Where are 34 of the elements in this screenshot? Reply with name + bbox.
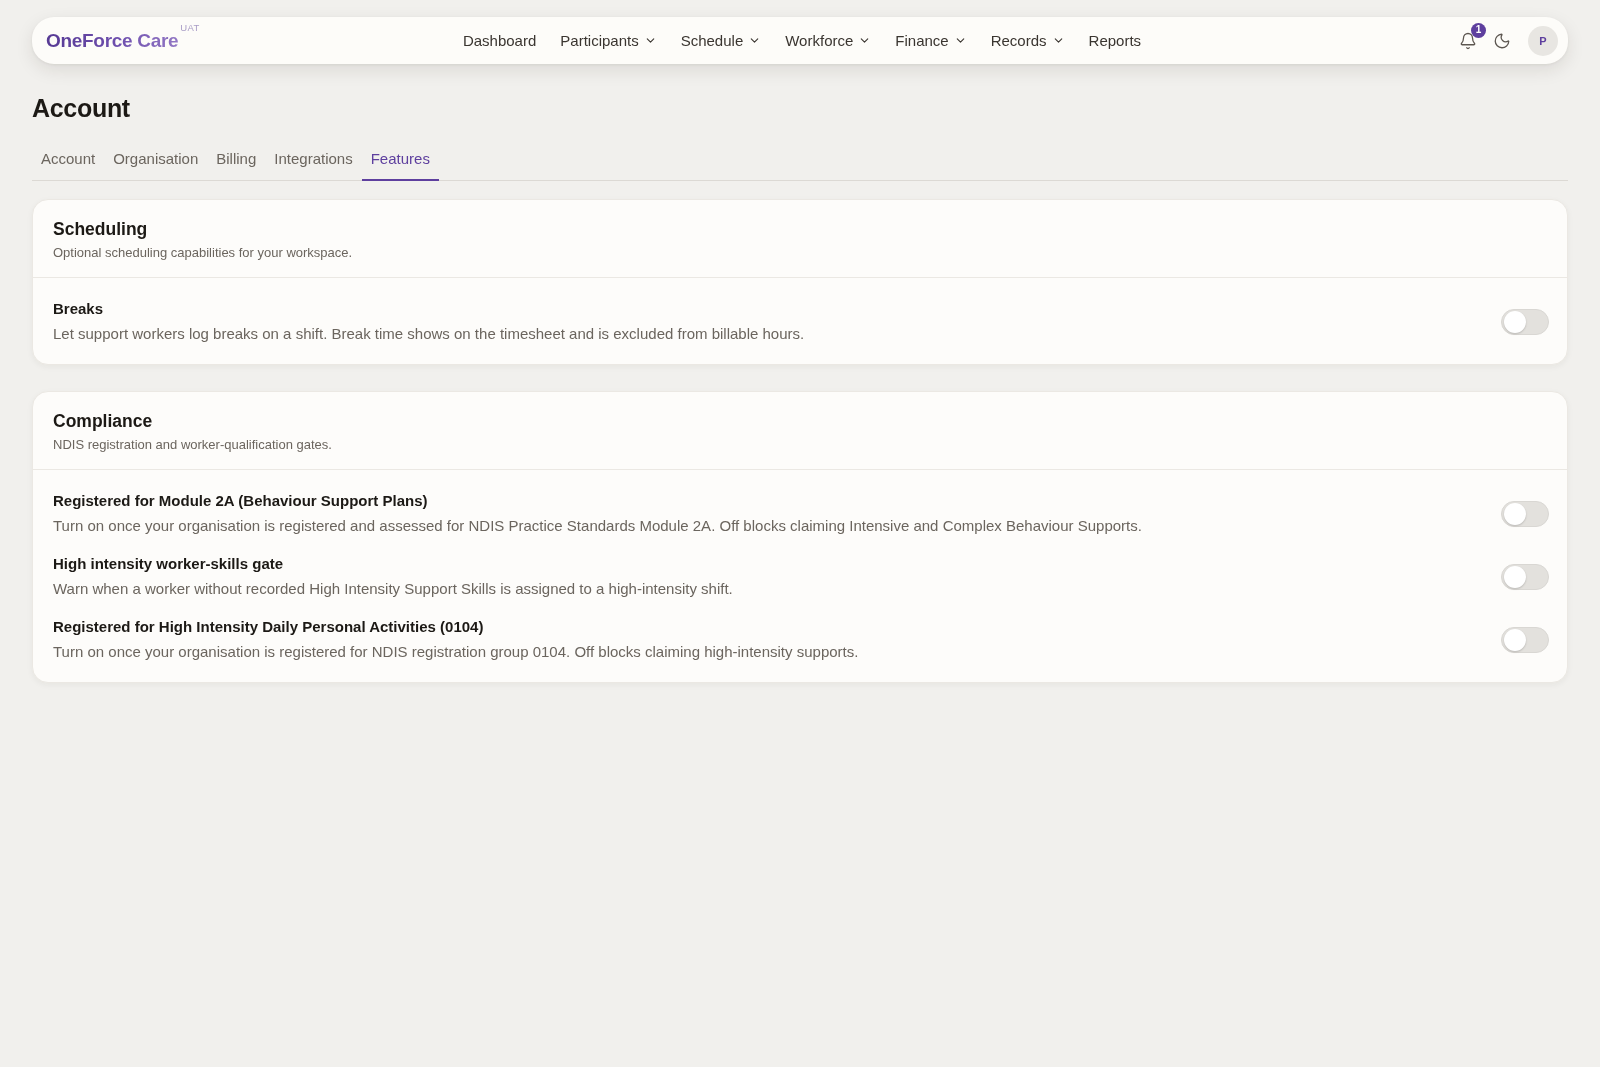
feature-description: Warn when a worker without recorded High Intensity Support Skills is assigned to a high-intensity shift.	[53, 579, 733, 599]
settings-tab[interactable]: Billing	[207, 139, 266, 181]
user-avatar[interactable]: P	[1528, 25, 1558, 56]
feature-description: Let support workers log breaks on a shift. Break time shows on the timesheet and is excluded from billable hours.	[53, 324, 805, 344]
toggle-switch[interactable]	[1501, 564, 1549, 590]
section-title: Compliance	[53, 410, 154, 433]
feature-description: Turn on once your organisation is registered for NDIS registration group 0104. Off blocks claiming high-intensity supports.	[53, 642, 859, 662]
feature-name: High intensity worker-skills gate	[53, 554, 285, 574]
nav-link[interactable]: Finance	[895, 32, 967, 49]
page-title: Account	[32, 93, 131, 123]
nav-link[interactable]: Schedule	[680, 32, 762, 49]
section-subtitle: Optional scheduling capabilities for your workspace.	[53, 244, 354, 262]
nav-link[interactable]: Participants	[560, 32, 657, 49]
section-subtitle: NDIS registration and worker-qualification gates.	[53, 436, 333, 454]
toggle-switch[interactable]	[1501, 501, 1549, 527]
nav-link[interactable]: Records	[990, 32, 1065, 49]
section-title: Scheduling	[53, 218, 149, 241]
bell-icon	[1459, 31, 1477, 50]
nav-link[interactable]: Reports	[1088, 32, 1142, 49]
environment-label: UAT	[180, 21, 200, 34]
settings-tab[interactable]: Features	[361, 139, 439, 181]
toggle-switch[interactable]	[1501, 309, 1549, 335]
settings-tab[interactable]: Integrations	[265, 139, 362, 181]
feature-description: Turn on once your organisation is registered and assessed for NDIS Practice Standards Module 2A. Off blocks claiming Intensive and Complex Behaviour Supports.	[53, 516, 1142, 536]
settings-tab[interactable]: Account	[32, 139, 105, 181]
nav-link[interactable]: Workforce	[785, 32, 872, 49]
settings-tab[interactable]: Organisation	[104, 139, 208, 181]
nav-link[interactable]: Dashboard	[462, 32, 537, 49]
feature-name: Registered for High Intensity Daily Personal Activities (0104)	[53, 617, 485, 637]
feature-name: Breaks	[53, 299, 105, 319]
notification-count: 1	[1471, 22, 1486, 38]
moon-icon	[1493, 31, 1511, 50]
feature-name: Registered for Module 2A (Behaviour Support Plans)	[53, 491, 429, 511]
toggle-switch[interactable]	[1501, 627, 1549, 653]
